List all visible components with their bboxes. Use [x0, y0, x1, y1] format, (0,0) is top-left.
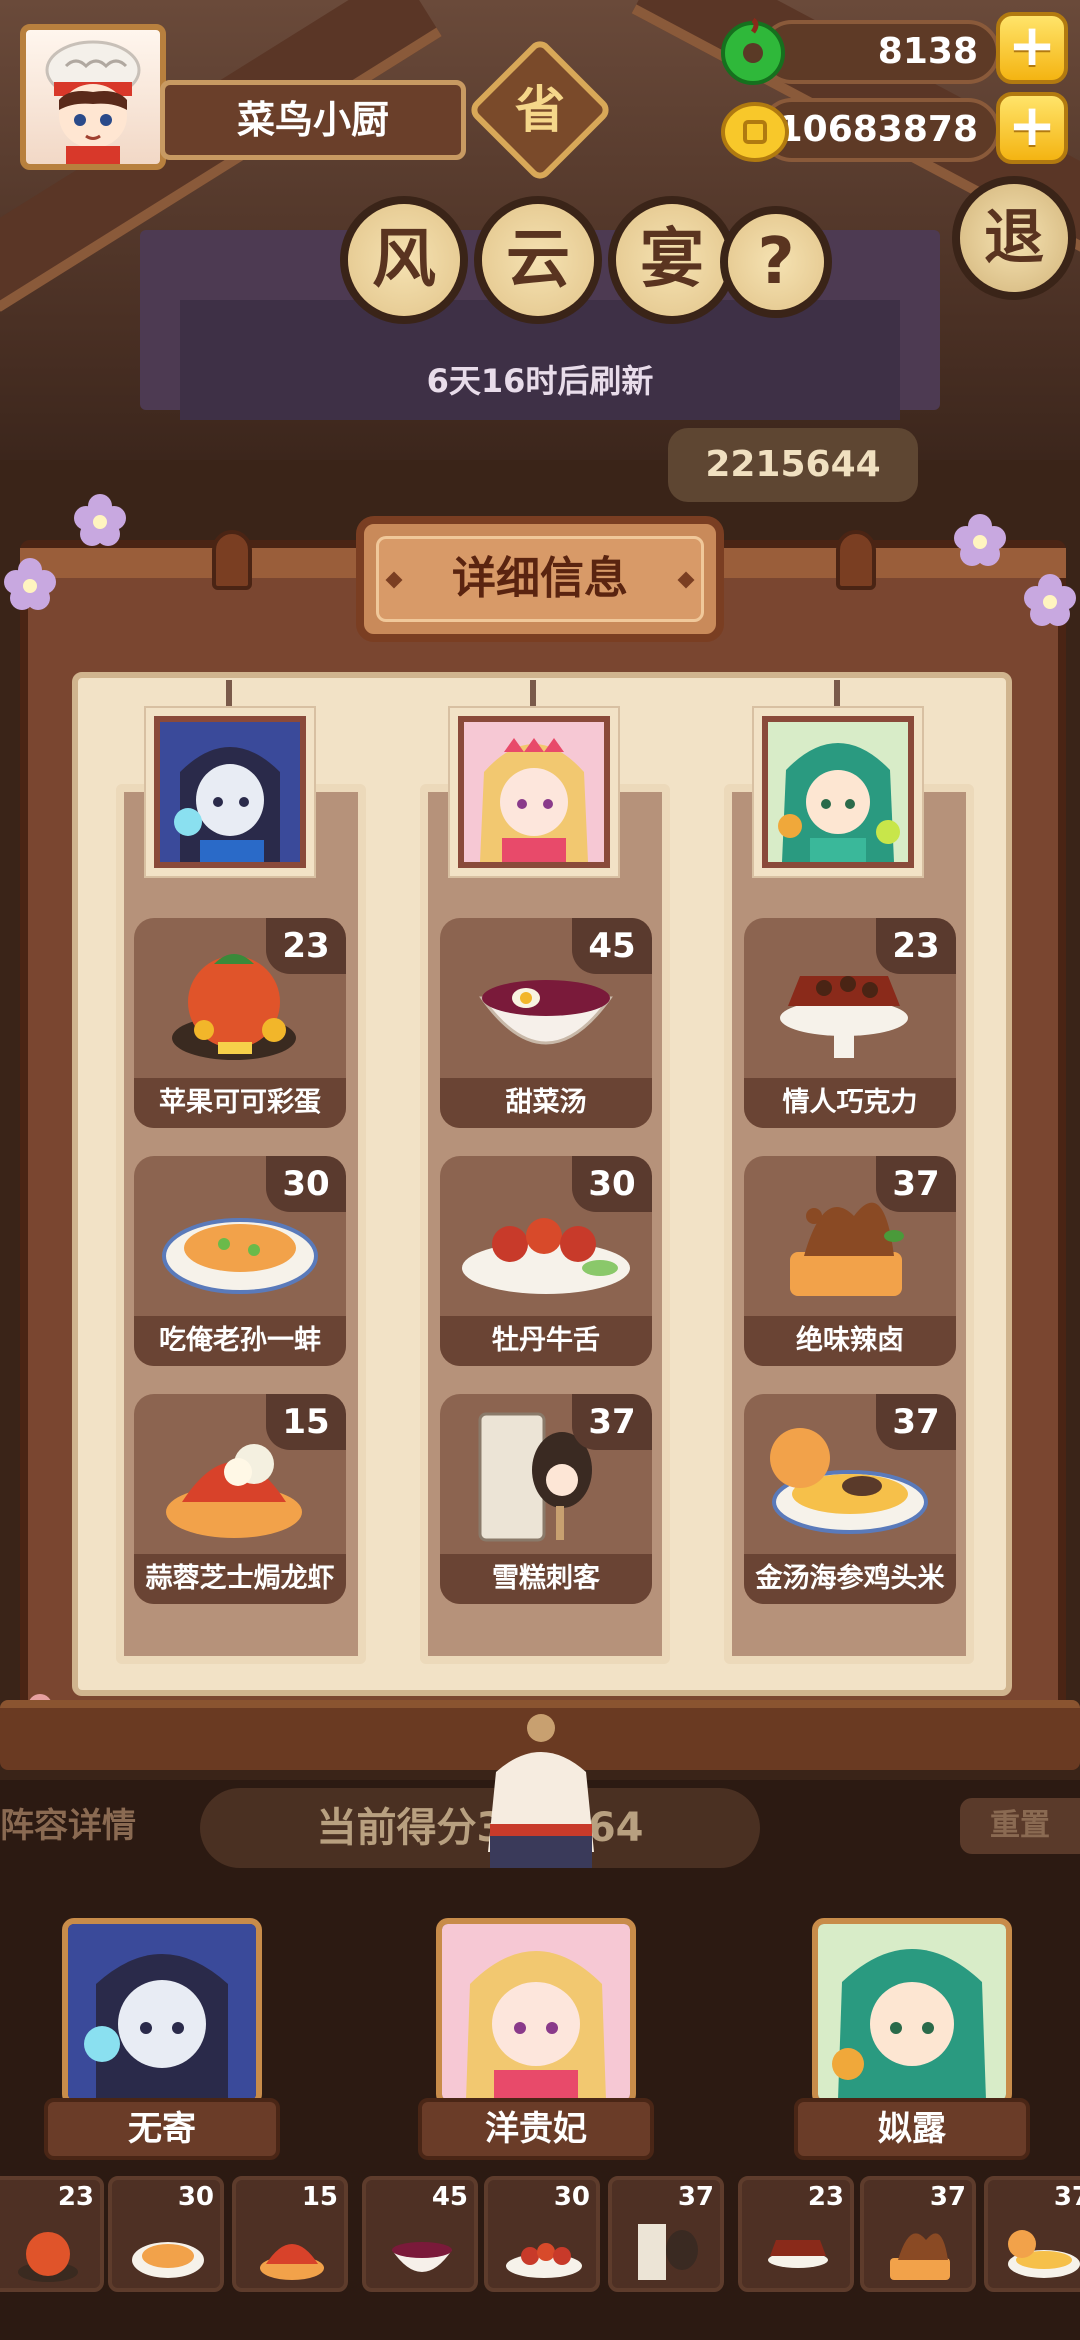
hanger-hook-left: [212, 530, 252, 590]
dish-slot[interactable]: 37: [860, 2176, 976, 2292]
chef-wuji-icon: [160, 722, 300, 862]
dish-name: 甜菜汤: [440, 1078, 652, 1128]
dish-name: 吃俺老孙一蚌: [134, 1316, 346, 1366]
panel-title: 详细信息: [376, 536, 704, 622]
portrait-string: [530, 680, 536, 720]
roster-chef-name: 无寄: [44, 2098, 280, 2160]
chef-avatar-icon: [45, 40, 141, 164]
province-badge[interactable]: 省: [488, 58, 592, 162]
chef-portrait-2[interactable]: [458, 716, 610, 868]
add-jade-button[interactable]: +: [996, 12, 1068, 84]
dish-card[interactable]: 30 牡丹牛舌: [440, 1156, 652, 1366]
title-char-yan: 宴: [608, 196, 736, 324]
dish-count: 23: [266, 918, 346, 974]
dish-card[interactable]: 23 苹果可可彩蛋: [134, 918, 346, 1128]
dish-count: 37: [572, 1394, 652, 1450]
dish-name: 牡丹牛舌: [440, 1316, 652, 1366]
dish-name: 蒜蓉芝士焗龙虾: [134, 1554, 346, 1604]
dish-slot[interactable]: 30: [484, 2176, 600, 2292]
dish-name: 雪糕刺客: [440, 1554, 652, 1604]
dish-count: 30: [572, 1156, 652, 1212]
tassel-ornament-icon: [488, 1714, 594, 1868]
jade-icon: [718, 16, 788, 86]
reset-button[interactable]: 重置: [960, 1798, 1080, 1854]
lineup-detail-tab[interactable]: 阵容详情: [0, 1798, 180, 1854]
dish-card[interactable]: 45 甜菜汤: [440, 918, 652, 1128]
dish-card[interactable]: 15 蒜蓉芝士焗龙虾: [134, 1394, 346, 1604]
dish-slot[interactable]: 23: [0, 2176, 104, 2292]
exit-button[interactable]: 退: [952, 176, 1076, 300]
coin-icon: [720, 94, 790, 164]
flower-icon: [74, 494, 126, 546]
dish-card[interactable]: 37 雪糕刺客: [440, 1394, 652, 1604]
roster-chef-1[interactable]: [62, 1918, 262, 2106]
jade-counter: 8138: [760, 20, 1000, 84]
help-icon: ?: [728, 214, 824, 310]
refresh-timer: 6天16时后刷新: [426, 362, 654, 400]
dish-count: 15: [266, 1394, 346, 1450]
roster-chef-2[interactable]: [436, 1918, 636, 2106]
title-char-yun: 云: [474, 196, 602, 324]
hanger-hook-right: [836, 530, 876, 590]
dish-count: 37: [876, 1156, 956, 1212]
chef-wuji-icon: [68, 1924, 256, 2100]
ice-cream-icon: [638, 2224, 698, 2280]
dish-slot[interactable]: 30: [108, 2176, 224, 2292]
spicy-braise-icon: [890, 2233, 950, 2280]
dish-slot[interactable]: 37: [984, 2176, 1080, 2292]
dish-count: 37: [876, 1394, 956, 1450]
chef-silu-icon: [768, 722, 908, 862]
help-button[interactable]: ?: [720, 206, 832, 318]
chef-yangguifei-icon: [442, 1924, 630, 2100]
title-char-feng: 风: [340, 196, 468, 324]
dish-name: 情人巧克力: [744, 1078, 956, 1128]
dish-count: 23: [876, 918, 956, 974]
roster-chef-name: 姒露: [794, 2098, 1030, 2160]
chef-yangguifei-icon: [464, 722, 604, 862]
chef-portrait-3[interactable]: [762, 716, 914, 868]
flower-icon: [4, 558, 56, 610]
dish-slot[interactable]: 45: [362, 2176, 478, 2292]
dish-slot[interactable]: 15: [232, 2176, 348, 2292]
dish-card[interactable]: 37 绝味辣卤: [744, 1156, 956, 1366]
chef-portrait-1[interactable]: [154, 716, 306, 868]
roster-chef-name: 洋贵妃: [418, 2098, 654, 2160]
flower-icon: [1024, 574, 1076, 626]
top-score-chip: 2215644: [668, 428, 918, 502]
lobster-dish-icon: [260, 2244, 324, 2280]
beef-tongue-icon: [506, 2243, 582, 2278]
dish-card[interactable]: 37 金汤海参鸡头米: [744, 1394, 956, 1604]
player-avatar[interactable]: [20, 24, 166, 170]
flower-icon: [954, 514, 1006, 566]
dish-slot[interactable]: 37: [608, 2176, 724, 2292]
coin-counter: 10683878: [760, 98, 1000, 162]
dish-name: 绝味辣卤: [744, 1316, 956, 1366]
portrait-string: [834, 680, 840, 720]
player-name: 菜鸟小厨: [160, 80, 466, 160]
sea-cucumber-soup-icon: [1008, 2230, 1080, 2278]
clam-dish-icon: [132, 2242, 204, 2278]
chocolate-icon: [768, 2240, 828, 2268]
dish-name: 金汤海参鸡头米: [744, 1554, 956, 1604]
roster-chef-3[interactable]: [812, 1918, 1012, 2106]
dish-card[interactable]: 30 吃俺老孙一蚌: [134, 1156, 346, 1366]
add-coins-button[interactable]: +: [996, 92, 1068, 164]
dish-count: 45: [572, 918, 652, 974]
beet-soup-icon: [392, 2242, 452, 2272]
dish-slot[interactable]: 23: [738, 2176, 854, 2292]
dish-count: 30: [266, 1156, 346, 1212]
chef-silu-icon: [818, 1924, 1006, 2100]
apple-cake-icon: [18, 2232, 78, 2282]
portrait-string: [226, 680, 232, 720]
dish-name: 苹果可可彩蛋: [134, 1078, 346, 1128]
dish-card[interactable]: 23 情人巧克力: [744, 918, 956, 1128]
